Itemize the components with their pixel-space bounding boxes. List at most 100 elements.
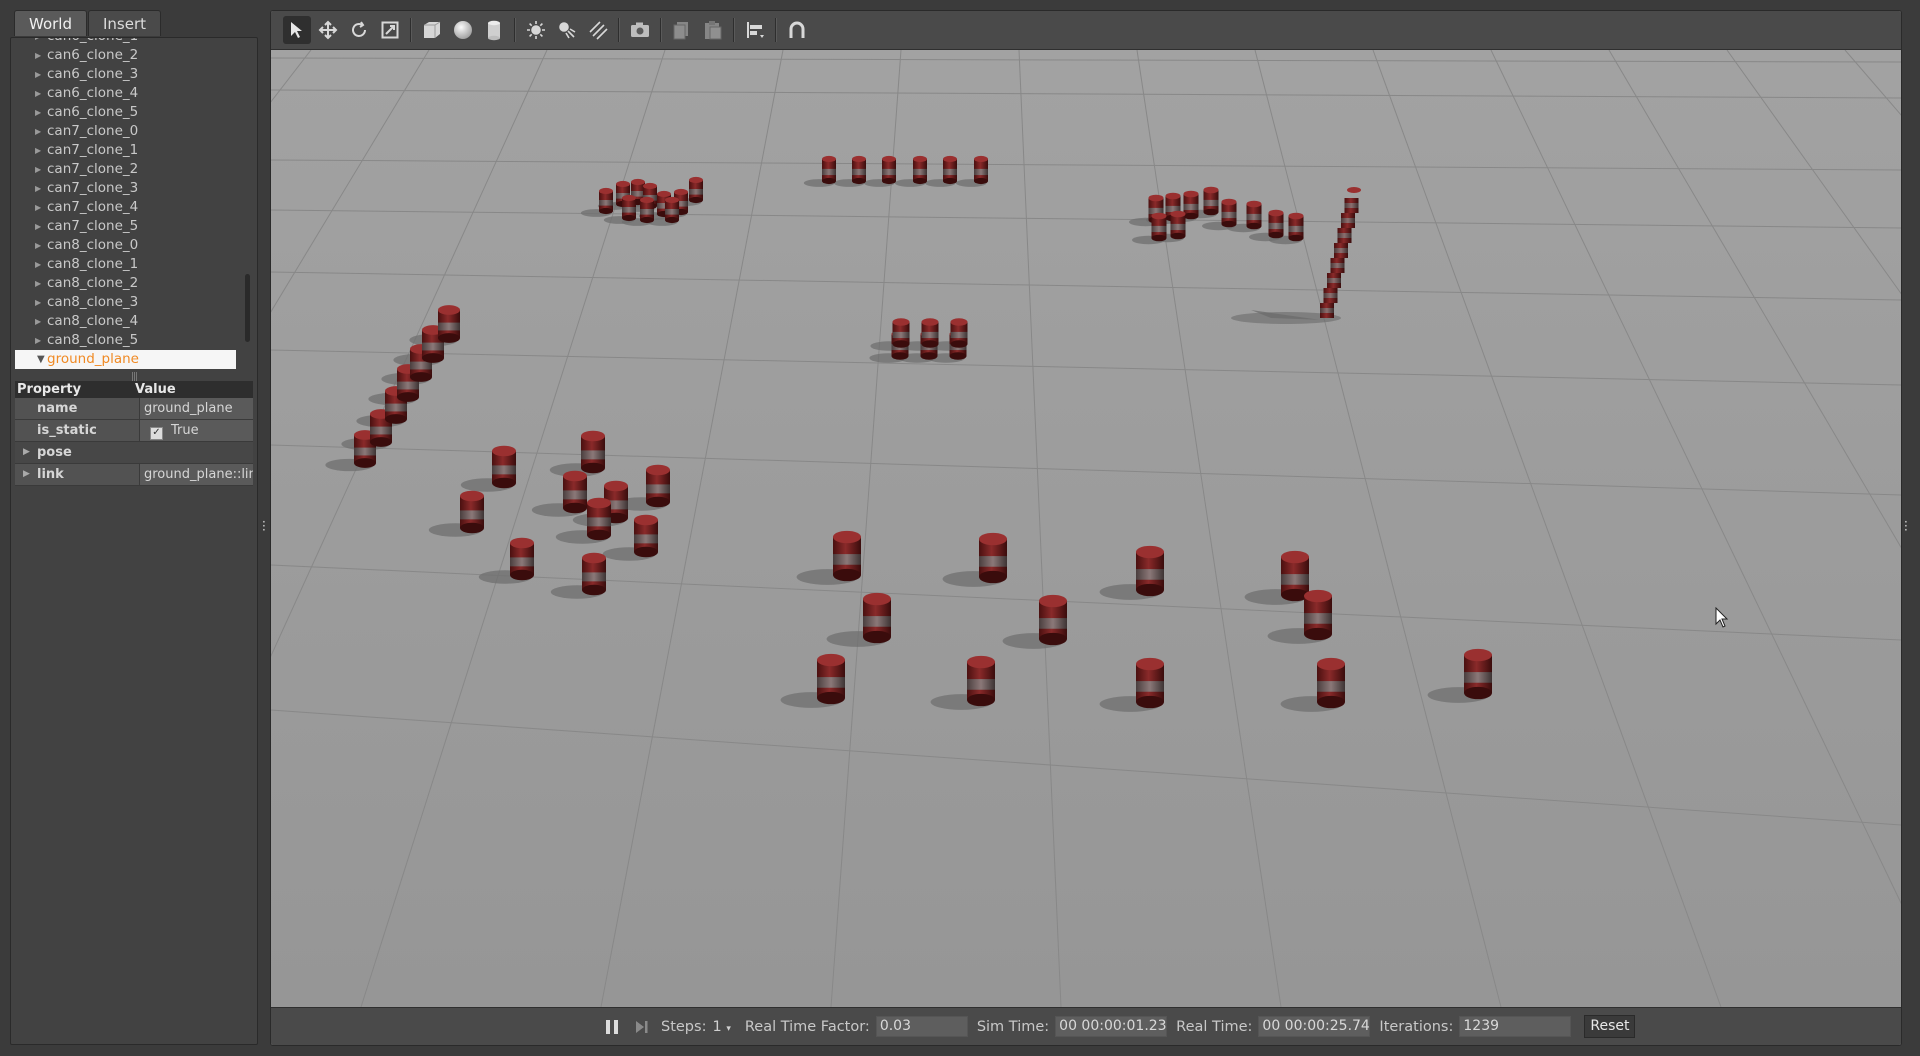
can-model[interactable]	[460, 490, 484, 534]
can-model[interactable]	[1221, 198, 1237, 228]
can-model[interactable]	[634, 514, 658, 558]
expand-arrow-icon[interactable]: ▶	[35, 274, 41, 293]
can-model[interactable]	[833, 530, 861, 582]
can-model[interactable]	[646, 464, 670, 508]
can-model[interactable]	[967, 655, 995, 707]
can-model[interactable]	[1136, 545, 1164, 597]
expand-arrow-icon[interactable]: ▶	[35, 293, 41, 312]
can-model[interactable]	[1170, 210, 1186, 240]
can-model[interactable]	[563, 470, 587, 514]
property-row-pose[interactable]: ▶ pose	[15, 442, 253, 464]
expand-arrow-icon[interactable]: ▶	[35, 103, 41, 122]
can-model[interactable]	[882, 155, 896, 185]
can-model[interactable]	[974, 155, 988, 185]
3d-scene[interactable]	[271, 50, 1901, 1007]
tree-item[interactable]: ▶ can8_clone_0	[15, 236, 249, 255]
select-arrow-icon[interactable]	[283, 16, 311, 44]
expand-arrow-icon[interactable]: ▶	[35, 160, 41, 179]
chevron-down-icon[interactable]: ▾	[726, 1024, 731, 1034]
can-model[interactable]	[892, 318, 910, 348]
tree-item[interactable]: ▶ can6_clone_2	[15, 46, 249, 65]
can-model[interactable]	[1136, 657, 1164, 709]
property-row-is-static[interactable]: is_static ✓ True	[15, 420, 253, 442]
can-model[interactable]	[599, 187, 613, 215]
can-model[interactable]	[1268, 209, 1284, 239]
can-model[interactable]	[822, 155, 836, 185]
can-model[interactable]	[1317, 657, 1345, 709]
tree-item-selected[interactable]: ▼ ground_plane	[15, 350, 236, 369]
tree-scrollbar[interactable]	[245, 274, 250, 342]
can-model[interactable]	[1464, 648, 1492, 700]
expand-arrow-icon[interactable]: ▶	[35, 84, 41, 103]
property-row-name[interactable]: name ground_plane	[15, 398, 253, 420]
tree-item[interactable]: ▶ can6_clone_5	[15, 103, 249, 122]
can-model[interactable]	[689, 176, 703, 204]
can-model[interactable]	[1304, 589, 1332, 641]
can-model[interactable]	[1039, 594, 1067, 646]
can-model[interactable]	[1203, 186, 1219, 216]
collapse-arrow-icon[interactable]: ▼	[37, 350, 45, 369]
ground-plane[interactable]	[271, 50, 1901, 1007]
can-model[interactable]	[492, 445, 516, 489]
tree-item[interactable]: ▶ can8_clone_4	[15, 312, 249, 331]
sphere-icon[interactable]	[449, 16, 477, 44]
tree-item[interactable]: ▶ can7_clone_2	[15, 160, 249, 179]
align-icon[interactable]	[741, 16, 769, 44]
expand-arrow-icon[interactable]: ▶	[35, 312, 41, 331]
can-model[interactable]	[817, 653, 845, 705]
render-viewport[interactable]: Steps: 1 ▾ Real Time Factor: 0.03 Sim Ti…	[270, 10, 1902, 1046]
tree-item[interactable]: ▶ can6_clone_4	[15, 84, 249, 103]
can-model[interactable]	[622, 194, 636, 222]
steps-spinbox[interactable]: 1 ▾	[712, 1019, 730, 1035]
tree-item[interactable]: ▶ can6_clone_3	[15, 65, 249, 84]
tree-item[interactable]: ▶ can7_clone_0	[15, 122, 249, 141]
tree-item[interactable]: ▶ can7_clone_1	[15, 141, 249, 160]
can-model[interactable]	[863, 592, 891, 644]
tree-item[interactable]: ▶ can6_clone_1	[15, 38, 249, 46]
step-forward-icon[interactable]	[631, 1016, 653, 1038]
tree-item[interactable]: ▶ can8_clone_5	[15, 331, 249, 350]
expand-arrow-icon[interactable]: ▶	[23, 442, 30, 463]
can-model[interactable]	[943, 155, 957, 185]
paste-icon[interactable]	[699, 16, 727, 44]
expand-arrow-icon[interactable]: ▶	[35, 198, 41, 217]
expand-arrow-icon[interactable]: ▶	[35, 65, 41, 84]
can-model[interactable]	[582, 552, 606, 596]
can-model[interactable]	[587, 497, 611, 541]
tree-item[interactable]: ▶ can8_clone_2	[15, 274, 249, 293]
expand-arrow-icon[interactable]: ▶	[35, 236, 41, 255]
model-tree[interactable]: ▶ can6_clone_1 ▶ can6_clone_2 ▶ can6_clone_…	[15, 38, 249, 373]
left-splitter-grip-icon[interactable]: · · ·	[262, 516, 268, 536]
screenshot-icon[interactable]	[626, 16, 654, 44]
can-model[interactable]	[921, 318, 939, 348]
copy-icon[interactable]	[668, 16, 696, 44]
can-model[interactable]	[640, 196, 654, 224]
expand-arrow-icon[interactable]: ▶	[35, 255, 41, 274]
tab-world[interactable]: World	[14, 10, 87, 36]
tree-item[interactable]: ▶ can7_clone_4	[15, 198, 249, 217]
can-model[interactable]	[1183, 190, 1199, 220]
expand-arrow-icon[interactable]: ▶	[23, 464, 30, 485]
can-model[interactable]	[1281, 550, 1309, 602]
tree-item[interactable]: ▶ can8_clone_1	[15, 255, 249, 274]
rotate-icon[interactable]	[345, 16, 373, 44]
cylinder-icon[interactable]	[480, 16, 508, 44]
reset-button[interactable]: Reset	[1584, 1015, 1636, 1038]
tree-item[interactable]: ▶ can7_clone_5	[15, 217, 249, 236]
can-model[interactable]	[438, 305, 460, 343]
can-model[interactable]	[913, 155, 927, 185]
property-row-link[interactable]: ▶ link ground_plane::link	[15, 464, 253, 486]
tab-insert[interactable]: Insert	[88, 10, 162, 36]
tree-item[interactable]: ▶ can7_clone_3	[15, 179, 249, 198]
can-model[interactable]	[510, 537, 534, 581]
expand-arrow-icon[interactable]: ▶	[35, 179, 41, 198]
directional-light-icon[interactable]	[584, 16, 612, 44]
tree-item[interactable]: ▶ can8_clone_3	[15, 293, 249, 312]
magnet-icon[interactable]	[783, 16, 811, 44]
box-icon[interactable]	[418, 16, 446, 44]
can-model[interactable]	[950, 318, 968, 348]
is-static-checkbox[interactable]: ✓	[150, 427, 163, 440]
can-model[interactable]	[581, 430, 605, 474]
expand-arrow-icon[interactable]: ▶	[35, 141, 41, 160]
translate-icon[interactable]	[314, 16, 342, 44]
